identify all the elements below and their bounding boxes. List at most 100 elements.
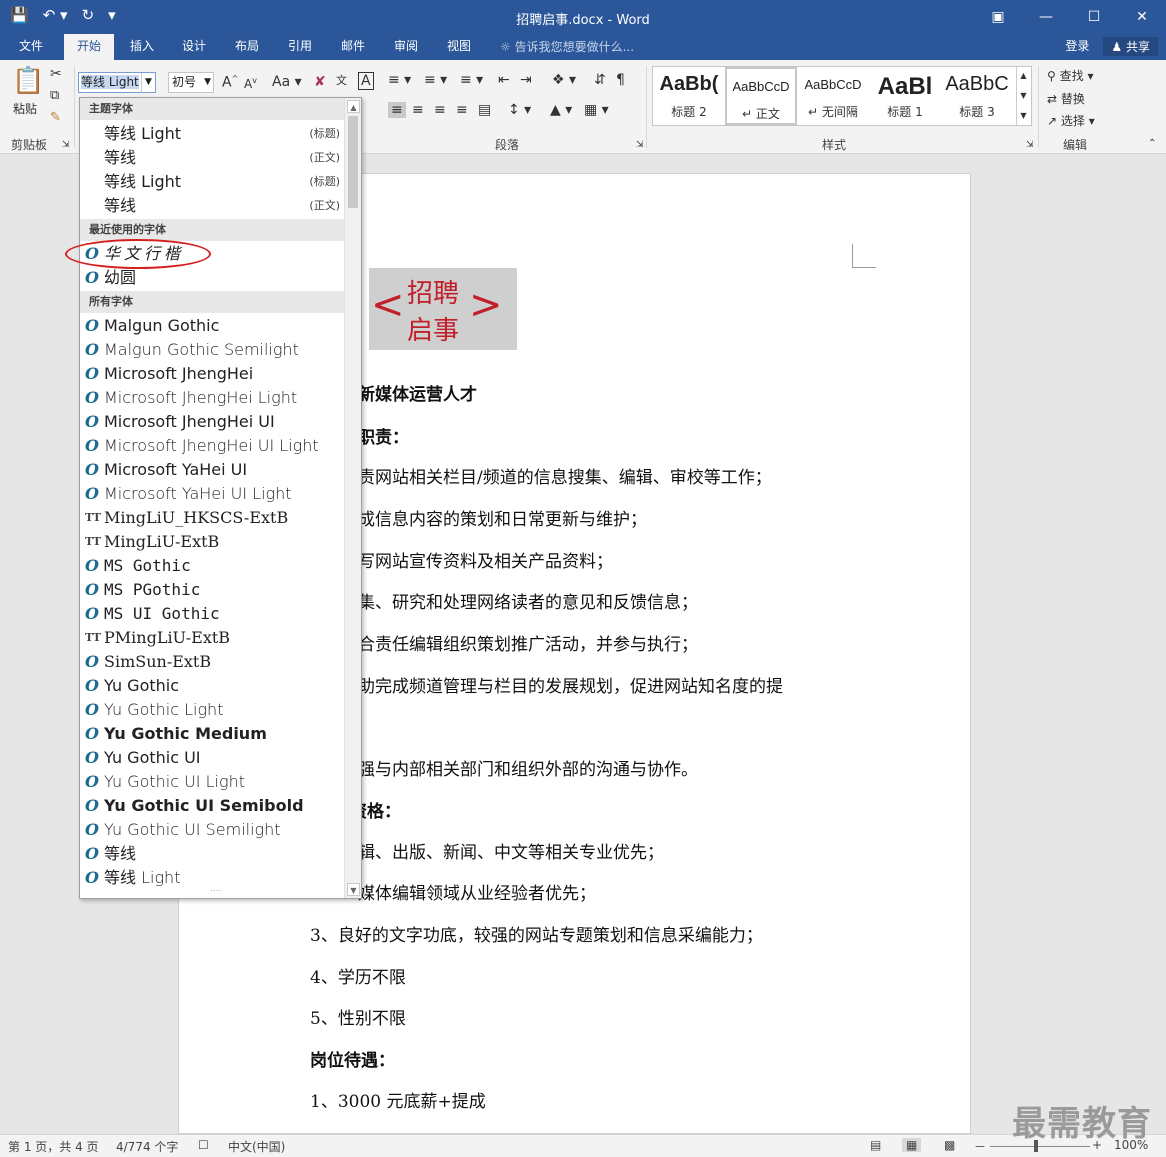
doc-paragraph[interactable]: 写网站宣传资料及相关产品资料； xyxy=(358,547,613,572)
tab-layout[interactable]: 布局 xyxy=(223,34,271,60)
share-button[interactable]: ♟ 共享 xyxy=(1103,37,1158,56)
doc-paragraph[interactable]: 职责： xyxy=(358,423,409,448)
font-option[interactable]: TT MingLiU-ExtB xyxy=(80,530,344,554)
increase-indent-icon[interactable]: ⇥ xyxy=(520,72,532,88)
scroll-up-icon[interactable]: ▲ xyxy=(347,100,360,113)
grow-font-button[interactable]: A^ xyxy=(222,74,238,91)
chinese-layout-icon[interactable]: ❖ ▾ xyxy=(552,72,576,88)
align-center-icon[interactable]: ≡ xyxy=(412,102,424,118)
copy-icon[interactable]: ⧉ xyxy=(50,88,59,103)
tab-review[interactable]: 审阅 xyxy=(382,34,430,60)
doc-paragraph[interactable]: 强与内部相关部门和组织外部的沟通与协作。 xyxy=(358,755,698,780)
font-option[interactable]: O Malgun Gothic Semilight xyxy=(80,338,344,362)
resize-grip[interactable]: .... xyxy=(210,884,221,894)
paragraph-launcher-icon[interactable]: ⇲ xyxy=(636,140,644,150)
font-size-combobox[interactable]: 初号 ▼ xyxy=(168,72,214,93)
font-option[interactable]: 等线 Light (标题) xyxy=(80,122,344,146)
align-right-icon[interactable]: ≡ xyxy=(434,102,446,118)
font-option[interactable]: 等线 (正文) xyxy=(80,146,344,170)
style-heading-1[interactable]: AaBl 标题 1 xyxy=(869,67,941,125)
style-heading-3[interactable]: AaBbC 标题 3 xyxy=(941,67,1013,125)
styles-launcher-icon[interactable]: ⇲ xyxy=(1026,140,1034,150)
tab-design[interactable]: 设计 xyxy=(170,34,218,60)
doc-paragraph[interactable]: 辑、出版、新闻、中文等相关专业优先； xyxy=(358,838,664,863)
chevron-down-icon[interactable]: ▼ xyxy=(141,73,155,92)
tell-me-box[interactable]: ☼ 告诉我您想要做什么... xyxy=(500,38,634,55)
font-option[interactable]: O Yu Gothic Medium xyxy=(80,722,344,746)
chevron-down-icon[interactable]: ▼ xyxy=(204,73,211,92)
format-painter-icon[interactable]: ✎ xyxy=(50,110,61,125)
select-button[interactable]: ↗ 选择 ▾ xyxy=(1047,112,1095,129)
font-option[interactable]: O Malgun Gothic xyxy=(80,314,344,338)
font-option[interactable]: O 等线 xyxy=(80,842,344,866)
font-dropdown-list[interactable]: 主题字体 等线 Light (标题) 等线 (正文) 等线 Light (标题) 等线… xyxy=(79,97,362,899)
borders-icon[interactable]: ▦ ▾ xyxy=(584,102,609,118)
font-option-recent[interactable]: O 华文行楷 xyxy=(80,242,344,266)
doc-paragraph[interactable]: 5、性别不限 xyxy=(310,1004,406,1029)
doc-paragraph[interactable]: 责网站相关栏目/频道的信息搜集、编辑、审校等工作； xyxy=(358,463,772,488)
scroll-thumb[interactable] xyxy=(348,116,358,208)
proofing-icon[interactable]: ☐ xyxy=(198,1138,209,1152)
doc-paragraph[interactable]: 4、学历不限 xyxy=(310,963,406,988)
font-option[interactable]: O Microsoft YaHei UI Light xyxy=(80,482,344,506)
font-option[interactable]: O MS UI Gothic xyxy=(80,602,344,626)
style-normal[interactable]: AaBbCcD ↵ 正文 xyxy=(725,67,797,125)
web-layout-icon[interactable]: ▩ xyxy=(944,1138,955,1152)
font-list-scrollbar[interactable]: ▲ ▼ xyxy=(344,98,361,898)
font-option[interactable]: O Yu Gothic Light xyxy=(80,698,344,722)
font-option[interactable]: O Yu Gothic xyxy=(80,674,344,698)
multilevel-list-icon[interactable]: ≡ ▾ xyxy=(460,72,483,88)
style-no-spacing[interactable]: AaBbCcD ↵ 无间隔 xyxy=(797,67,869,125)
scroll-down-icon[interactable]: ▼ xyxy=(347,883,360,896)
justify-icon[interactable]: ≡ xyxy=(456,102,468,118)
font-option[interactable]: O Microsoft JhengHei xyxy=(80,362,344,386)
font-option[interactable]: O Microsoft JhengHei UI xyxy=(80,410,344,434)
font-name-combobox[interactable]: 等线 Light ▼ xyxy=(78,72,156,93)
doc-paragraph[interactable]: 新媒体运营人才 xyxy=(358,380,477,405)
cut-icon[interactable]: ✂ xyxy=(50,66,62,82)
font-option-recent[interactable]: O 幼圆 xyxy=(80,266,344,290)
font-option[interactable]: O Yu Gothic UI Semilight xyxy=(80,818,344,842)
show-marks-icon[interactable]: ¶ xyxy=(616,72,625,88)
font-option[interactable]: O MS PGothic xyxy=(80,578,344,602)
phonetic-guide-icon[interactable]: 文 xyxy=(336,72,347,88)
numbering-icon[interactable]: ≡ ▾ xyxy=(424,72,447,88)
zoom-slider[interactable] xyxy=(990,1146,1090,1147)
font-option[interactable]: O Microsoft JhengHei Light xyxy=(80,386,344,410)
bullets-icon[interactable]: ≡ ▾ xyxy=(388,72,411,88)
sort-icon[interactable]: ⇵ xyxy=(594,72,606,88)
tab-home[interactable]: 开始 xyxy=(64,34,114,60)
font-option[interactable]: O Yu Gothic UI Semibold xyxy=(80,794,344,818)
distributed-icon[interactable]: ▤ xyxy=(478,102,491,118)
paste-button[interactable]: 粘贴 xyxy=(13,100,37,117)
font-option[interactable]: O Yu Gothic UI Light xyxy=(80,770,344,794)
font-option[interactable]: 等线 (正文) xyxy=(80,194,344,218)
zoom-out-button[interactable]: － xyxy=(974,1138,986,1155)
paste-icon[interactable]: 📋 xyxy=(12,66,44,96)
close-icon[interactable]: ✕ xyxy=(1118,0,1166,34)
line-spacing-icon[interactable]: ↕ ▾ xyxy=(508,102,531,118)
minimize-icon[interactable]: — xyxy=(1022,0,1070,34)
doc-paragraph[interactable]: 助完成频道管理与栏目的发展规划，促进网站知名度的提 xyxy=(358,672,783,697)
font-option[interactable]: O SimSun-ExtB xyxy=(80,650,344,674)
font-option[interactable]: O MS Gothic xyxy=(80,554,344,578)
shrink-font-button[interactable]: Av xyxy=(244,76,257,91)
tab-references[interactable]: 引用 xyxy=(276,34,324,60)
shading-icon[interactable]: ▲ ▾ xyxy=(550,102,572,118)
font-option[interactable]: O Yu Gothic UI xyxy=(80,746,344,770)
styles-scroll[interactable]: ▲ ▼ ▼ xyxy=(1016,66,1030,126)
style-heading-2[interactable]: AaBb( 标题 2 xyxy=(653,67,725,125)
change-case-button[interactable]: Aa ▾ xyxy=(272,74,302,90)
language-indicator[interactable]: 中文(中国) xyxy=(228,1138,285,1155)
replace-button[interactable]: ⇄ 替换 xyxy=(1047,90,1085,107)
print-layout-icon[interactable]: ▦ xyxy=(902,1138,922,1152)
read-mode-icon[interactable]: ▤ xyxy=(870,1138,881,1152)
decrease-indent-icon[interactable]: ⇤ xyxy=(498,72,510,88)
tab-file[interactable]: 文件 xyxy=(6,34,56,60)
font-option[interactable]: TT PMingLiU-ExtB xyxy=(80,626,344,650)
login-link[interactable]: 登录 xyxy=(1065,37,1089,56)
doc-paragraph[interactable]: 岗位待遇： xyxy=(310,1046,395,1071)
doc-paragraph[interactable]: 1、3000 元底薪+提成 xyxy=(310,1087,486,1112)
font-option[interactable]: TT MingLiU_HKSCS-ExtB xyxy=(80,506,344,530)
page-count[interactable]: 第 1 页，共 4 页 xyxy=(8,1138,99,1155)
